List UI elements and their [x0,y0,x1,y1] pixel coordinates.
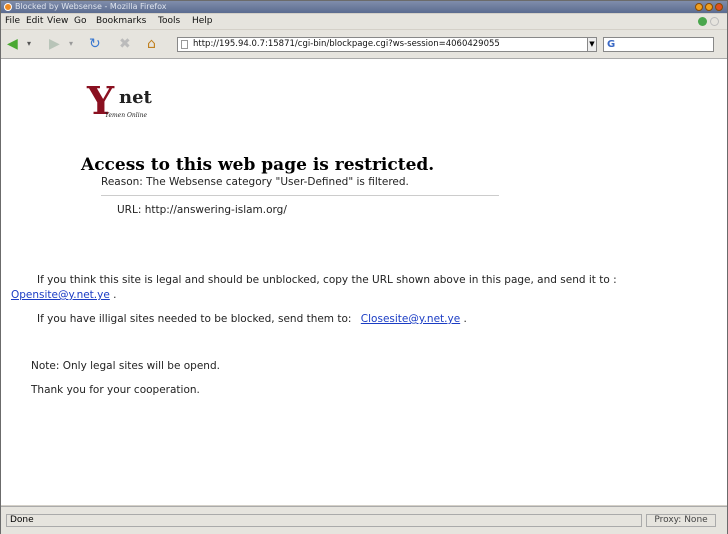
reload-icon[interactable]: ↻ [89,36,101,52]
block-tail: . [463,313,467,325]
window-controls [695,3,723,11]
browser-window: Blocked by Websense - Mozilla Firefox Fi… [0,0,728,534]
logo-tagline: Yemen Online [105,112,148,119]
title-bar[interactable]: Blocked by Websense - Mozilla Firefox [1,1,727,13]
divider [101,195,499,196]
menu-help[interactable]: Help [192,14,213,29]
note-text: Note: Only legal sites will be opend. [31,360,220,372]
proxy-status[interactable]: Proxy: None [646,514,716,527]
back-icon[interactable]: ◀ [7,36,18,52]
minimize-button[interactable] [695,3,703,11]
google-search-icon[interactable]: G [607,39,615,50]
url-bar[interactable]: http://195.94.0.7:15871/cgi-bin/blockpag… [177,37,597,52]
activity-icon [698,17,707,26]
blocked-url: URL: http://answering-islam.org/ [117,204,287,216]
block-instructions: If you have illigal sites needed to be b… [37,313,352,325]
page-icon [181,40,188,49]
logo-name: net [119,87,152,108]
maximize-button[interactable] [705,3,713,11]
navigation-toolbar: ◀ ▾ ▶ ▾ ↻ ✖ ⌂ http://195.94.0.7:15871/cg… [1,30,727,59]
url-dropdown-icon[interactable]: ▼ [587,37,597,52]
block-reason: Reason: The Websense category "User-Defi… [101,176,409,188]
url-text[interactable]: http://195.94.0.7:15871/cgi-bin/blockpag… [193,38,500,51]
unblock-tail: . [113,289,117,301]
menu-file[interactable]: File [5,14,20,29]
thanks-text: Thank you for your cooperation. [31,384,200,396]
stop-icon[interactable]: ✖ [119,36,131,52]
forward-icon[interactable]: ▶ [49,36,60,52]
close-button[interactable] [715,3,723,11]
unblock-email-line: Opensite@y.net.ye . [11,289,117,301]
forward-dropdown-icon[interactable]: ▾ [69,36,73,52]
search-input[interactable]: G [603,37,714,52]
block-email-link[interactable]: Closesite@y.net.ye [361,313,460,325]
home-icon[interactable]: ⌂ [147,36,156,52]
page-content: Y net Yemen Online Access to this web pa… [1,59,727,505]
ynet-logo: Y net Yemen Online [83,75,163,135]
menu-bar: File Edit View Go Bookmarks Tools Help [1,14,727,29]
block-instructions-line: If you have illigal sites needed to be b… [37,313,467,325]
page-title: Access to this web page is restricted. [81,155,435,175]
menu-bookmarks[interactable]: Bookmarks [96,14,146,29]
menu-view[interactable]: View [47,14,68,29]
unblock-email-link[interactable]: Opensite@y.net.ye [11,289,110,301]
menu-edit[interactable]: Edit [26,14,43,29]
throbber-icon [710,17,719,26]
firefox-icon [4,3,12,11]
unblock-instructions: If you think this site is legal and shou… [37,274,617,286]
back-dropdown-icon[interactable]: ▾ [27,36,31,52]
status-bar: Done Proxy: None [1,506,727,534]
window-title: Blocked by Websense - Mozilla Firefox [15,2,167,11]
menu-go[interactable]: Go [74,14,86,29]
menu-tools[interactable]: Tools [158,14,180,29]
status-text: Done [6,514,642,527]
